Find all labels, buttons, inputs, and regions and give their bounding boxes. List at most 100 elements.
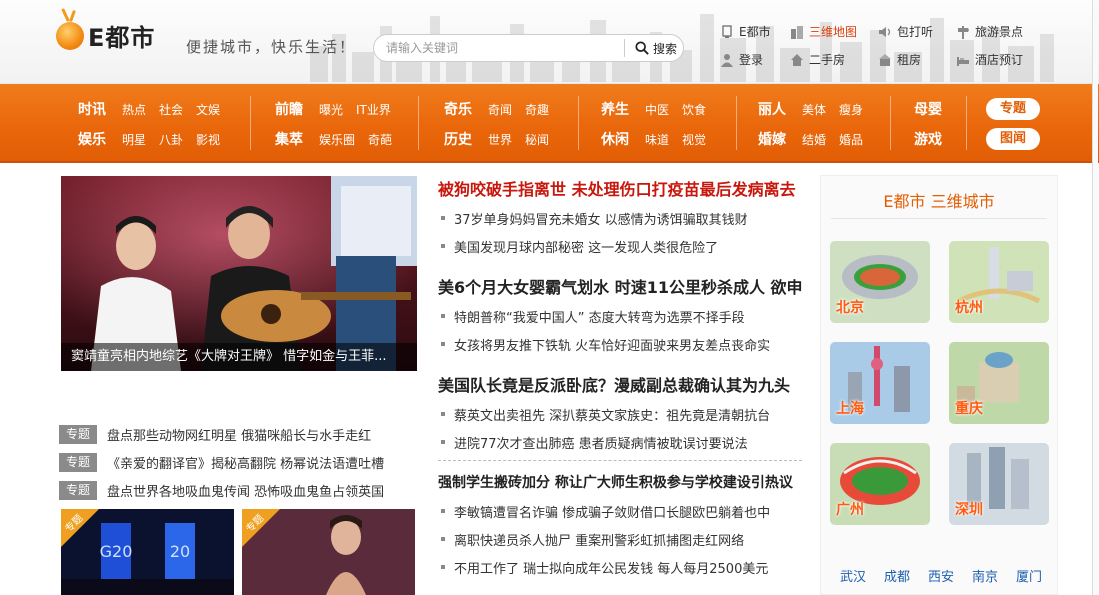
nav-sub-item[interactable]: 味道 [645, 131, 669, 148]
topic-thumbnail-portrait[interactable]: 专题 [242, 509, 415, 595]
nav-sub-item[interactable]: 瘦身 [839, 101, 863, 118]
thumbnail-building-text: G20 [100, 542, 133, 561]
news-headline[interactable]: 被狗咬破手指离世 未处理伤口打疫苗最后发病离去 [438, 176, 802, 204]
nav-sub-item[interactable]: 热点 [122, 101, 146, 118]
bullet-icon [441, 509, 445, 513]
nav-sub-item[interactable]: 娱乐圈 [319, 131, 355, 148]
nav-sub-item[interactable]: 文娱 [196, 101, 220, 118]
top-link-3d-map[interactable]: 三维地图 [790, 23, 857, 40]
news-headline[interactable]: 强制学生搬砖加分 称让广大师生积极参与学校建设引热议 [438, 469, 802, 497]
nav-sub-item[interactable]: IT业界 [356, 101, 391, 118]
nav-sub-item[interactable]: 婚品 [839, 131, 863, 148]
nav-sub-item[interactable]: 世界 [488, 131, 512, 148]
search-divider [624, 39, 625, 57]
bullet-icon [441, 342, 445, 346]
nav-main-item[interactable]: 母婴 [914, 99, 942, 119]
hero-caption: 窦靖童亮相内地综艺《大牌对王牌》 惜字如金与王菲... [61, 343, 417, 371]
page: E都市 便捷城市，快乐生活！ 搜索 E都市 三维地图 包打听 [0, 0, 1099, 595]
news-item[interactable]: 离职快递员杀人抛尸 重案刑警彩虹抓捕图走红网络 [438, 525, 802, 553]
nav-main-item[interactable]: 丽人 [758, 99, 786, 119]
top-link-label: 三维地图 [809, 25, 858, 39]
city-tile-shanghai[interactable]: 上海 [830, 342, 930, 424]
city-panel-title[interactable]: E都市 三维城市 [821, 188, 1057, 212]
top-link-tourist-spots[interactable]: 旅游景点 [956, 23, 1023, 40]
nav-main-item[interactable]: 养生 [601, 99, 629, 119]
news-item[interactable]: 美国发现月球内部秘密 这一发现人类很危险了 [438, 232, 802, 260]
nav-main-item[interactable]: 奇乐 [444, 99, 472, 119]
logo-text: E都市 [88, 24, 156, 52]
nav-sub-item[interactable]: 社会 [159, 101, 183, 118]
nav-main-item[interactable]: 时讯 [78, 99, 106, 119]
news-headline[interactable]: 美6个月大女婴霸气划水 时速11公里秒杀成人 欲申 [438, 274, 803, 302]
city-link[interactable]: 南京 [972, 566, 998, 585]
city-tile-hangzhou[interactable]: 杭州 [949, 241, 1049, 323]
city-link[interactable]: 武汉 [840, 566, 866, 585]
bullet-icon [441, 216, 445, 220]
nav-sub-item[interactable]: 中医 [645, 101, 669, 118]
logo-mascot-icon [56, 21, 84, 50]
topic-item[interactable]: 专题 盘点那些动物网红明星 俄猫咪船长与水手走红 [59, 420, 419, 448]
news-divider [438, 460, 802, 461]
nav-pill-topics[interactable]: 专题 [986, 98, 1040, 120]
top-link-second-hand-house[interactable]: 二手房 [790, 51, 845, 68]
city-tile-chongqing[interactable]: 重庆 [949, 342, 1049, 424]
news-item[interactable]: 进院77次才查出肺癌 患者质疑病情被耽误讨要说法 [438, 428, 802, 456]
topic-item[interactable]: 专题 《亲爱的翻译官》揭秘高翻院 杨幂说法语遭吐槽 [59, 448, 419, 476]
search-button[interactable]: 搜索 [635, 40, 677, 57]
nav-main-item[interactable]: 集萃 [275, 129, 303, 149]
news-headline[interactable]: 美国队长竟是反派卧底？漫威副总裁确认其为九头 [438, 372, 802, 400]
city-link[interactable]: 厦门 [1016, 566, 1042, 585]
top-link-label: 包打听 [897, 25, 934, 39]
nav-main-item[interactable]: 娱乐 [78, 129, 106, 149]
site-logo[interactable]: E都市 [56, 18, 155, 53]
city-name: 北京 [836, 300, 864, 316]
nav-sub-item[interactable]: 影视 [196, 131, 220, 148]
news-item[interactable]: 蔡英文出卖祖先 深扒蔡英文家族史：祖先竟是清朝抗台 [438, 400, 802, 428]
user-icon [721, 53, 733, 67]
nav-sub-item[interactable]: 美体 [802, 101, 826, 118]
search-button-label: 搜索 [653, 41, 678, 56]
nav-sub-item[interactable]: 明星 [122, 131, 146, 148]
nav-group-preview: 前瞻 曝光 IT业界 集萃 娱乐圈 奇葩 [275, 94, 405, 154]
nav-sub-item[interactable]: 八卦 [159, 131, 183, 148]
nav-sub-item[interactable]: 奇趣 [525, 101, 549, 118]
nav-main-item[interactable]: 游戏 [914, 129, 942, 149]
nav-sub-item[interactable]: 饮食 [682, 101, 706, 118]
news-item[interactable]: 李敏镐遭冒名诈骗 惨成骗子敛财借口长腿欧巴躺着也中 [438, 497, 802, 525]
nav-main-item[interactable]: 前瞻 [275, 99, 303, 119]
top-link-hotel-booking[interactable]: 酒店预订 [956, 51, 1023, 68]
nav-sub-item[interactable]: 曝光 [319, 101, 343, 118]
city-link[interactable]: 西安 [928, 566, 954, 585]
nav-sub-item[interactable]: 奇闻 [488, 101, 512, 118]
nav-main-item[interactable]: 休闲 [601, 129, 629, 149]
topic-thumbnail-g20[interactable]: G20 20 专题 [61, 509, 234, 595]
news-item[interactable]: 不用工作了 瑞士拟向成年公民发钱 每人每月2500美元 [438, 553, 802, 581]
top-link-inquiry[interactable]: 包打听 [878, 23, 933, 40]
search-input[interactable] [386, 36, 624, 60]
city-tile-shenzhen[interactable]: 深圳 [949, 443, 1049, 525]
city-name: 重庆 [955, 401, 983, 417]
hero-image-slide[interactable]: 窦靖童亮相内地综艺《大牌对王牌》 惜字如金与王菲... [61, 176, 417, 371]
city-tile-beijing[interactable]: 北京 [830, 241, 930, 323]
city-name: 上海 [836, 401, 864, 417]
nav-divider [736, 96, 737, 150]
nav-sub-item[interactable]: 奇葩 [368, 131, 392, 148]
top-link-edushi[interactable]: E都市 [720, 23, 771, 40]
nav-sub-item[interactable]: 结婚 [802, 131, 826, 148]
nav-sub-item[interactable]: 秘闻 [525, 131, 549, 148]
city-tile-guangzhou[interactable]: 广州 [830, 443, 930, 525]
monitor-icon [722, 24, 732, 38]
news-item[interactable]: 女孩将男友推下铁轨 火车恰好迎面驶来男友差点丧命实 [438, 330, 802, 358]
nav-pill-photo-news[interactable]: 图闻 [986, 128, 1040, 150]
vertical-scrollbar[interactable] [1092, 0, 1098, 595]
nav-sub-item[interactable]: 视觉 [682, 131, 706, 148]
news-item[interactable]: 特朗普称“我爱中国人” 态度大转弯为选票不择手段 [438, 302, 802, 330]
nav-divider [890, 96, 891, 150]
news-item[interactable]: 37岁单身妈妈冒充未婚女 以感情为诱饵骗取其钱财 [438, 204, 802, 232]
top-link-login[interactable]: 登录 [720, 51, 763, 68]
nav-main-item[interactable]: 历史 [444, 129, 472, 149]
city-link[interactable]: 成都 [884, 566, 910, 585]
nav-main-item[interactable]: 婚嫁 [758, 129, 786, 149]
topic-item[interactable]: 专题 盘点世界各地吸血鬼传闻 恐怖吸血鬼鱼占领英国 [59, 476, 419, 504]
top-link-rent[interactable]: 租房 [878, 51, 921, 68]
